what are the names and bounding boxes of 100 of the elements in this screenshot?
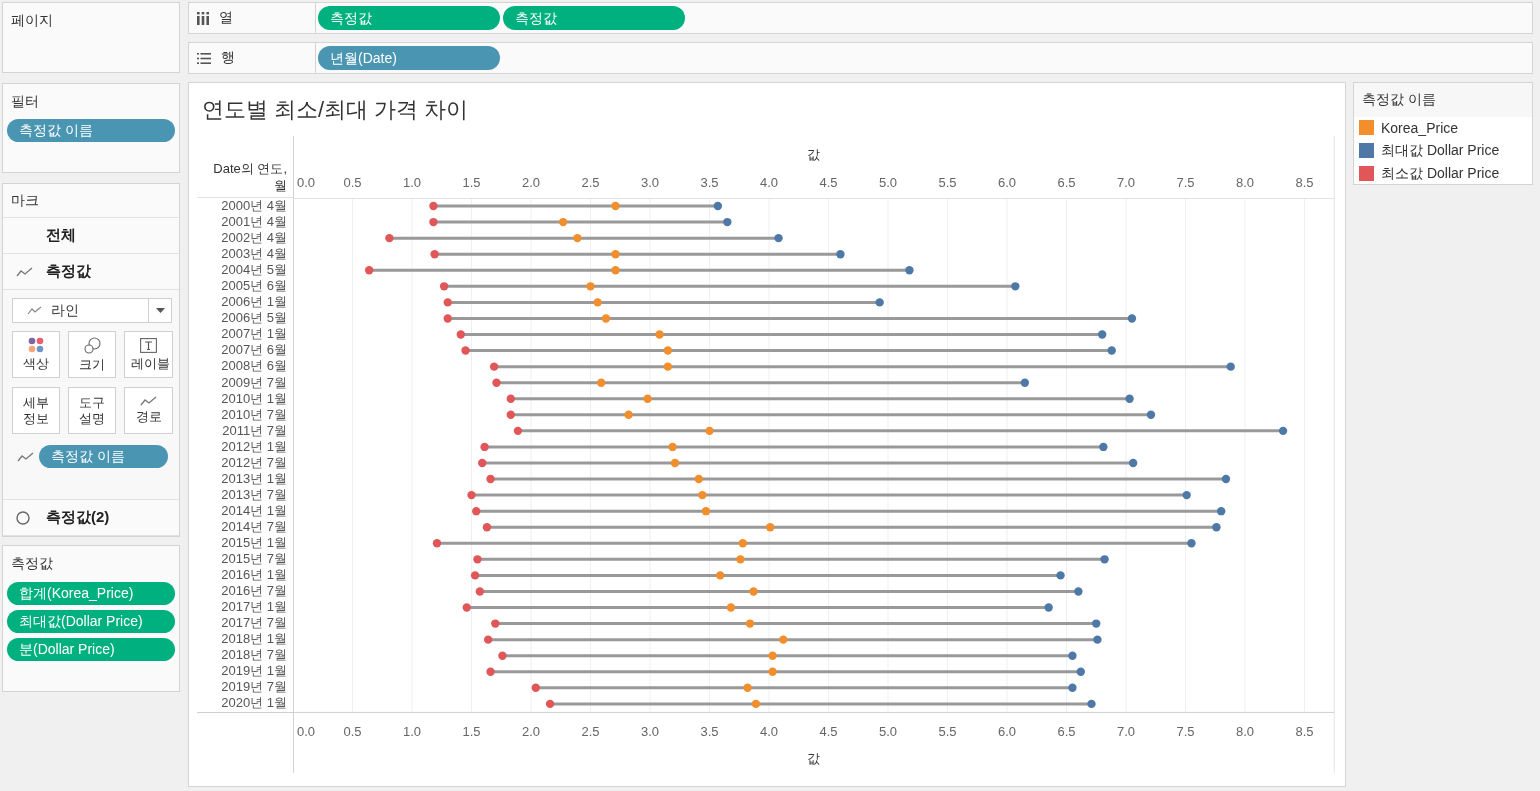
tick-label: 8.0 [1235, 723, 1254, 739]
tick-label: 8.5 [1295, 723, 1314, 739]
legend-title: 측정값 이름 [1354, 83, 1532, 117]
line-icon [17, 451, 34, 462]
tick-label: 3.5 [700, 175, 719, 190]
tick-label: 4.5 [819, 175, 838, 190]
text-box-icon [140, 337, 157, 353]
tick-label: 6.0 [997, 723, 1017, 739]
tick-label: 3.0 [640, 723, 660, 739]
tick-label: 3.5 [700, 723, 719, 739]
tick-label: 1.5 [462, 175, 481, 190]
marks-section-header[interactable]: 전체 [3, 218, 179, 254]
tick-label: 5.0 [878, 175, 898, 190]
category-label: 2007년 1월 [220, 326, 288, 343]
tick-label: 1.0 [403, 175, 422, 190]
marks-section-header[interactable]: 측정값(2) [3, 500, 179, 536]
category-label: 2000년 4월 [220, 198, 288, 215]
tick-label: 1.5 [462, 723, 481, 739]
category-label: 2004년 5월 [220, 262, 288, 279]
tick-label: 0.5 [343, 175, 362, 190]
category-label: 2016년 1월 [220, 567, 288, 584]
tick-label: 5.0 [878, 723, 898, 739]
tick-label: 7.0 [1116, 175, 1135, 190]
caret-icon [155, 308, 165, 313]
axis-title: Date의 연도, 월 [212, 160, 287, 194]
category-label: 2018년 1월 [220, 631, 288, 648]
category-label: 2019년 1월 [220, 663, 288, 680]
category-label: 2017년 1월 [220, 599, 288, 616]
category-label: 2006년 5월 [220, 310, 288, 327]
tick-label: 6.5 [1057, 723, 1076, 739]
axis-title: 값 [807, 147, 821, 162]
columns-icon [197, 11, 209, 25]
shelf-label: 행 [221, 49, 235, 67]
tick-label: 2.0 [521, 723, 541, 739]
tick-label: 4.5 [819, 723, 838, 739]
marks-button[interactable]: 크기 [68, 331, 116, 378]
tick-label: 5.5 [938, 175, 957, 190]
category-label: 2008년 6월 [220, 358, 288, 375]
category-label: 2017년 7월 [220, 615, 288, 632]
category-label: 2006년 1월 [220, 294, 288, 311]
category-label: 2015년 1월 [220, 535, 288, 552]
circle-icon [16, 510, 30, 525]
axis-title: 값 [807, 750, 821, 766]
marks-button[interactable]: 색상 [12, 331, 60, 378]
category-label: 2016년 7월 [220, 583, 288, 600]
category-label: 2007년 6월 [220, 342, 288, 359]
line-icon [26, 306, 42, 315]
tick-label: 7.0 [1116, 723, 1135, 739]
tick-label: 6.5 [1057, 175, 1076, 190]
tick-label: 6.0 [997, 175, 1017, 190]
legend-label: 최대값 Dollar Price [1381, 141, 1500, 160]
category-label: 2019년 7월 [220, 679, 288, 696]
tick-label: 7.5 [1176, 723, 1195, 739]
line-icon [16, 266, 33, 277]
tick-label: 2.5 [581, 723, 600, 739]
category-label: 2020년 1월 [220, 695, 288, 712]
tick-label: 7.5 [1176, 175, 1195, 190]
line-icon [140, 396, 157, 406]
tick-label: 4.0 [759, 175, 779, 190]
category-label: 2001년 4월 [220, 214, 288, 231]
marks-button[interactable]: 도구 설명 [68, 387, 116, 434]
card-title: 측정값 [10, 554, 54, 572]
category-label: 2018년 7월 [220, 647, 288, 664]
marks-button[interactable]: 세부 정보 [12, 387, 60, 434]
tick-label: 8.0 [1235, 175, 1254, 190]
category-label: 2009년 7월 [220, 374, 288, 391]
tick-label: 2.5 [581, 175, 600, 190]
tick-label: 5.5 [938, 723, 957, 739]
color-dots-icon [28, 337, 44, 353]
category-label: 2012년 7월 [220, 454, 288, 471]
category-label: 2013년 1월 [220, 470, 288, 487]
category-label: 2013년 7월 [220, 486, 288, 503]
category-label: 2012년 1월 [220, 438, 288, 455]
tick-label: 0.0 [297, 723, 316, 739]
category-label: 2003년 4월 [220, 246, 288, 263]
chart-title: 연도별 최소/최대 가격 차이 [201, 96, 470, 124]
card-title: 페이지 [10, 11, 54, 29]
category-label: 2005년 6월 [220, 278, 288, 295]
legend-label: 최소값 Dollar Price [1381, 164, 1500, 183]
tick-label: 4.0 [759, 723, 779, 739]
tick-label: 3.0 [640, 175, 660, 190]
list-icon [197, 52, 211, 64]
marks-button[interactable]: 경로 [124, 387, 173, 434]
category-label: 2014년 7월 [220, 518, 288, 535]
tick-label: 8.5 [1295, 175, 1314, 190]
tick-label: 2.0 [521, 175, 541, 190]
tick-label: 1.0 [403, 723, 422, 739]
tick-label: 0.0 [297, 175, 316, 190]
mark-type-dropdown[interactable]: 라인 [12, 298, 172, 323]
category-label: 2015년 7월 [220, 551, 288, 568]
category-label: 2014년 1월 [220, 502, 288, 519]
category-label: 2002년 4월 [220, 230, 288, 247]
circles-icon [83, 336, 101, 354]
category-label: 2010년 7월 [220, 406, 288, 423]
card-title: 마크 [3, 184, 179, 218]
legend-label: Korea_Price [1381, 119, 1459, 136]
category-label: 2010년 1월 [220, 390, 288, 407]
shelf-label: 열 [219, 9, 233, 27]
marks-button[interactable]: 레이블 [124, 331, 173, 378]
card-title: 필터 [10, 92, 40, 110]
